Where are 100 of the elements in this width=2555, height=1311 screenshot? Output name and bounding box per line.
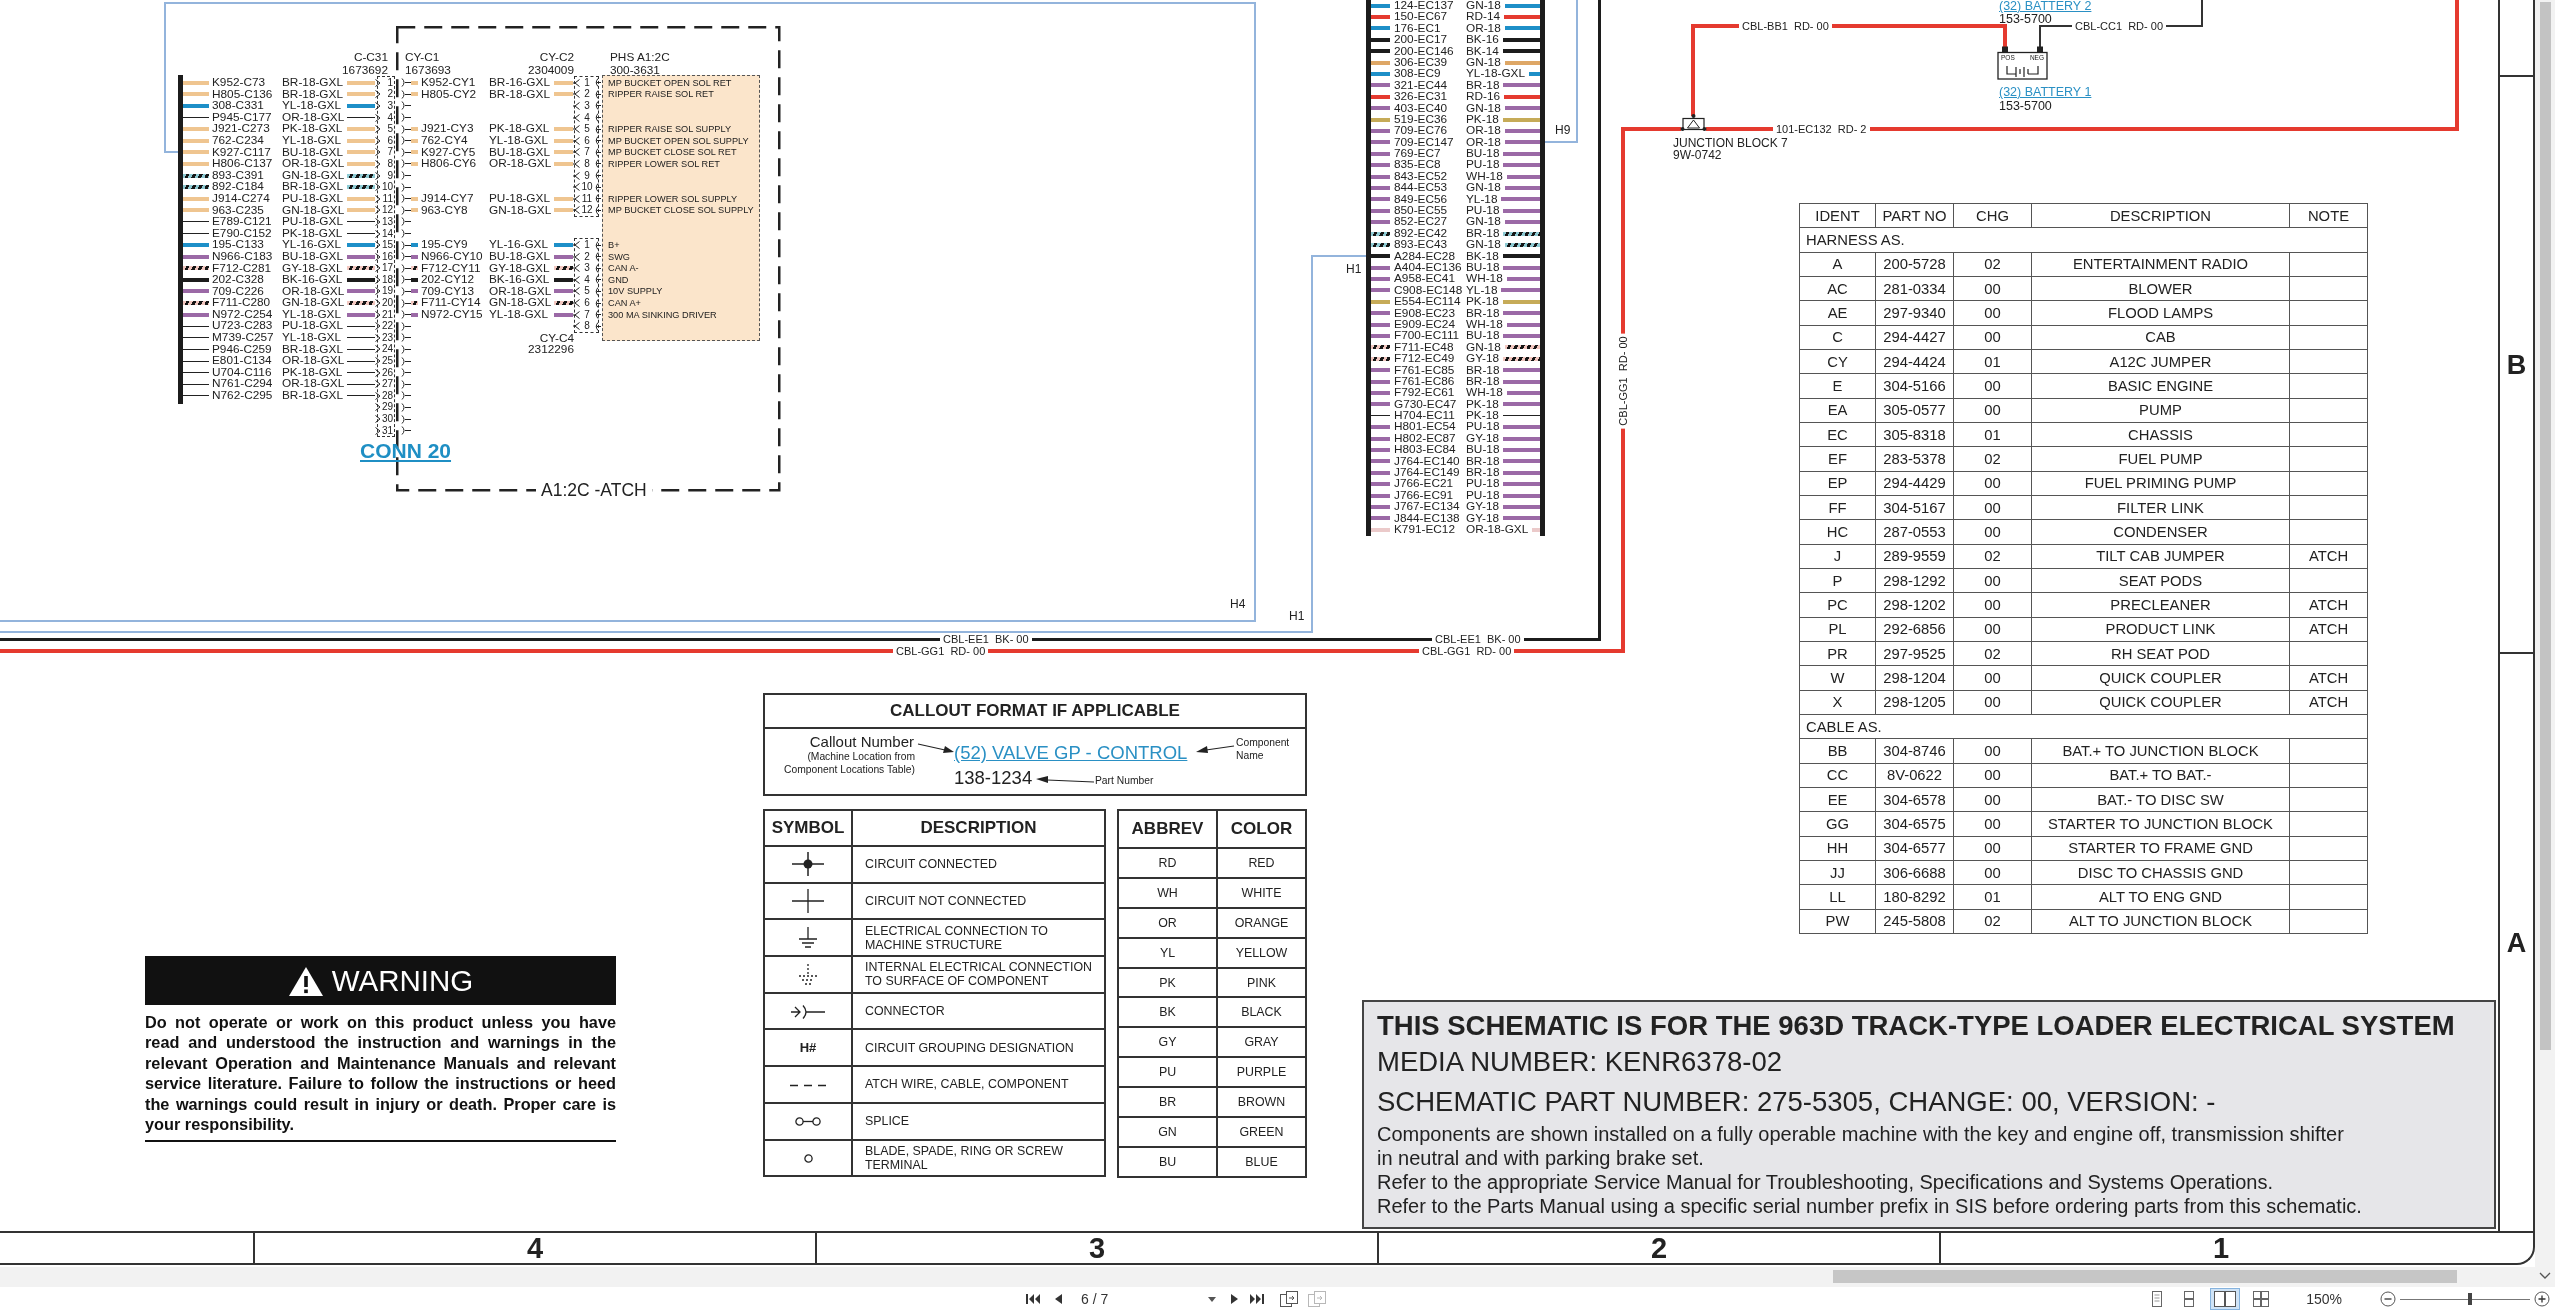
wire-spec-label: BU-18-GXL [488, 250, 550, 263]
socket-icon [594, 159, 601, 169]
component-label: PHS A1:2C [609, 51, 670, 63]
circuit-label: J921-CY3 [420, 123, 474, 135]
table-cell: ATCH [2289, 665, 2368, 691]
table-cell: 304-5167 [1875, 495, 1954, 520]
wire-spec-label: BR-18 [1466, 364, 1500, 376]
circuit-label: N972-CY15 [420, 308, 483, 321]
table-cell: OR [1118, 907, 1217, 938]
wire-stub [347, 233, 375, 234]
table-cell: 00 [1953, 617, 2032, 642]
connector-link[interactable]: CONN 20 [360, 440, 452, 463]
table-cell: 00 [1953, 471, 2032, 496]
table-cell: PURPLE [1217, 1057, 1306, 1088]
zone-label: 1 [2212, 1234, 2230, 1262]
table-cell: 00 [1953, 690, 2032, 715]
wire-spec-label: GN-18 [1466, 56, 1501, 69]
table-cell: INTERNAL ELECTRICAL CONNECTION TO SURFACE OF COMPONENT [852, 956, 1105, 993]
table-cell: 02 [1953, 909, 2032, 934]
wire-spec-label: GY-18 [1466, 512, 1499, 524]
wire-spec-label: BR-18-GXL [281, 390, 343, 402]
last-page-icon[interactable] [1249, 1293, 1265, 1305]
zoom-out-icon[interactable] [2380, 1291, 2396, 1307]
wire-spec-label: WH-18 [1466, 170, 1503, 183]
wire-spec-label: GN-18 [1466, 0, 1501, 12]
wire-spec-label: BK-18 [1466, 250, 1499, 262]
table-cell: STARTER TO FRAME GND [2031, 836, 2290, 861]
socket-icon [401, 426, 411, 436]
table-cell: SPLICE [852, 1102, 1105, 1140]
wire-spec-label: OR-18 [1466, 125, 1501, 137]
component-link[interactable]: (32) BATTERY 1 [1999, 86, 2092, 99]
pin-number: 7 [387, 147, 393, 158]
wire-spec-label: YL-18 [1466, 193, 1498, 206]
pin-number: 6 [584, 135, 590, 146]
pin-arrow-icon [573, 90, 580, 99]
first-page-icon[interactable] [1025, 1293, 1041, 1305]
next-page-icon[interactable] [1230, 1293, 1240, 1305]
wire-spec-label: BR-18 [1466, 375, 1500, 388]
table-cell: EF [1799, 446, 1876, 472]
circuit-label: J767-EC134 [1393, 501, 1460, 513]
table-cell: STARTER TO JUNCTION BLOCK [2031, 811, 2290, 837]
pin-arrow-icon [573, 206, 580, 215]
pin-function-label: GND [607, 274, 629, 285]
table-cell: E [1799, 373, 1876, 399]
splice-icon [795, 1117, 821, 1127]
column-header: ABBREV [1118, 810, 1217, 848]
table-cell: BR [1118, 1087, 1217, 1117]
wire-spec-label: GN-18-GXL [281, 204, 345, 217]
chevron-down-icon[interactable] [2539, 1272, 2551, 1280]
table-cell: CIRCUIT GROUPING DESIGNATION [852, 1029, 1105, 1067]
pin-number: 4 [584, 112, 590, 123]
circuit-label: J766-EC91 [1393, 489, 1454, 502]
pin-number: 1 [584, 240, 590, 251]
circuit-label: 195-C133 [211, 239, 264, 251]
table-cell: EE [1799, 787, 1876, 812]
table-cell: ELECTRICAL CONNECTION TO MACHINE STRUCTURE [852, 919, 1105, 957]
table-cell: CY [1799, 349, 1876, 374]
component-link[interactable]: (52) VALVE GP - CONTROL [954, 743, 1188, 763]
circuit-label: 150-EC67 [1393, 11, 1448, 23]
pin-number: 26 [381, 367, 393, 378]
wire-spec-label: OR-18-GXL [281, 111, 345, 124]
circuit-label: 176-EC1 [1393, 22, 1441, 35]
wire-spec-label: GN-18 [1466, 239, 1501, 251]
pin-number: 4 [584, 274, 590, 285]
circuit-label: F792-EC61 [1393, 387, 1455, 399]
wire-stub [347, 383, 375, 385]
wire-spec-label: PK-18 [1466, 296, 1499, 308]
wire-spec-label: BR-18 [1466, 79, 1500, 92]
cable-label: CBL-EE1 BK- 00 [1432, 634, 1524, 645]
column-header: DESCRIPTION [2031, 203, 2290, 228]
copy-pages-icon[interactable] [1279, 1290, 1299, 1308]
pin-number: 25 [381, 356, 393, 367]
table-cell: EP [1799, 471, 1876, 496]
wire-spec-label: GN-18 [1466, 182, 1501, 194]
circuit-label: F711-CY14 [420, 297, 481, 309]
table-cell: ATCH [2289, 592, 2368, 618]
table-cell: 01 [1953, 349, 2032, 374]
table-cell: 281-0334 [1875, 276, 1954, 301]
column-header: CHG [1953, 203, 2032, 228]
scrollbar-thumb[interactable] [2540, 2, 2551, 1050]
table-cell: 00 [1953, 860, 2032, 885]
wire-spec-label: BU-18-GXL [488, 146, 550, 159]
table-cell: 00 [1953, 811, 2032, 837]
wire-spec-label: BU-18 [1466, 148, 1500, 160]
socket-icon [401, 171, 411, 181]
scrollbar-thumb[interactable] [1833, 1270, 2457, 1283]
circuit-label: K952-CY1 [420, 77, 476, 89]
table-cell: PW [1799, 909, 1876, 934]
socket-icon [401, 78, 411, 88]
component-link[interactable]: (32) BATTERY 2 [1999, 0, 2092, 13]
circuit-label: H806-CY6 [420, 158, 477, 170]
previous-page-icon[interactable] [1053, 1293, 1063, 1305]
zoom-in-icon[interactable] [2534, 1291, 2550, 1307]
pin-arrow-icon [573, 136, 580, 145]
table-cell: ALT TO JUNCTION BLOCK [2031, 909, 2290, 934]
wire-spec-label: OR-18-GXL [488, 285, 552, 298]
slider-thumb[interactable] [2468, 1293, 2473, 1305]
pin-function-label: RIPPER LOWER SOL RET [607, 158, 720, 169]
view-mode-button[interactable] [2210, 1288, 2241, 1310]
table-cell: 02 [1953, 446, 2032, 472]
